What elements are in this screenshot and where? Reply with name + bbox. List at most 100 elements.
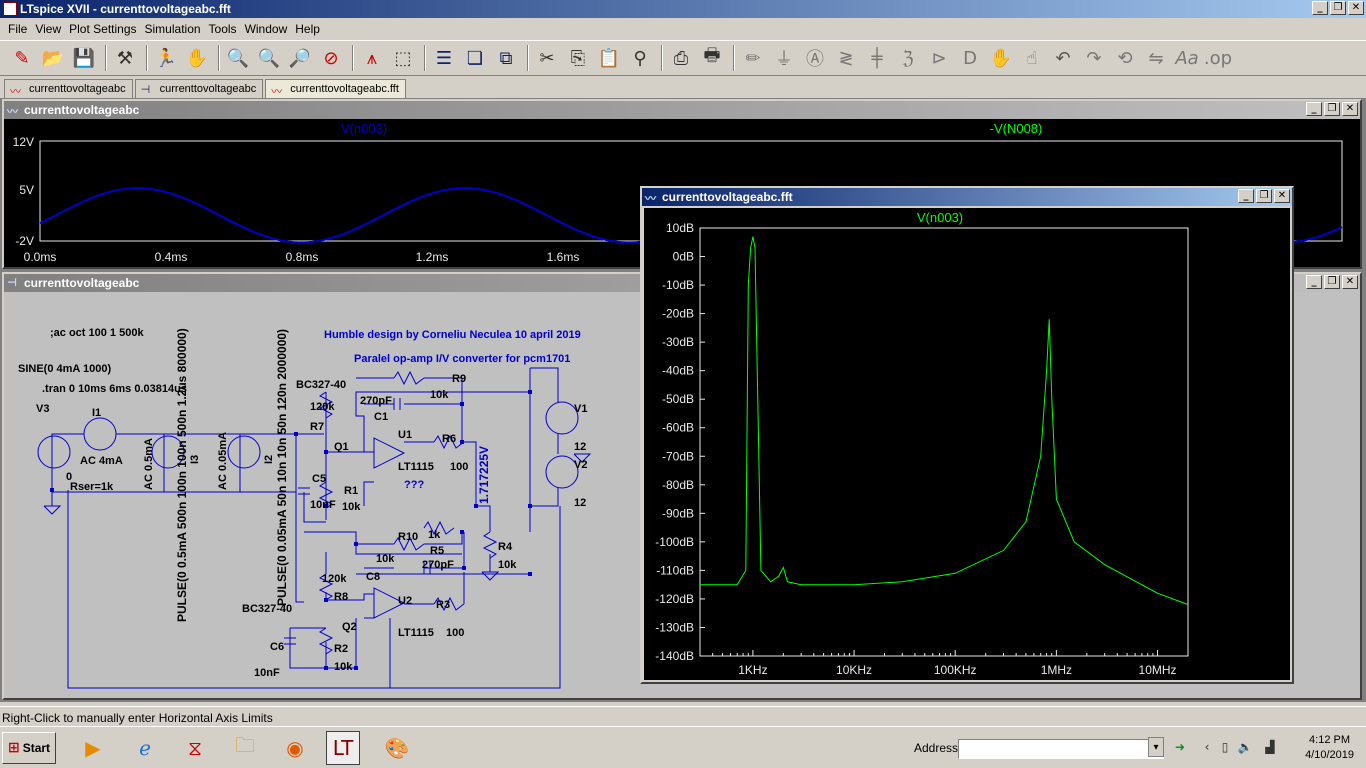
paint-icon[interactable]: 🎨 bbox=[380, 731, 414, 765]
menu-plot-settings[interactable]: Plot Settings bbox=[65, 22, 140, 36]
schematic-text[interactable]: ??? bbox=[404, 479, 424, 491]
ltspice-taskbar-icon[interactable]: LT bbox=[326, 731, 360, 765]
close-button[interactable]: ✕ bbox=[1274, 189, 1290, 203]
component-icon[interactable]: D bbox=[956, 44, 984, 72]
schematic-text[interactable]: R7 bbox=[310, 421, 324, 433]
schematic-text[interactable]: R3 bbox=[436, 599, 450, 611]
schematic-text[interactable]: Rser=1k bbox=[70, 481, 114, 493]
tab-schematic[interactable]: ⊣ currenttovoltageabc bbox=[134, 79, 264, 98]
minimize-button[interactable]: _ bbox=[1238, 189, 1254, 203]
cascade-icon[interactable]: ❏ bbox=[461, 44, 489, 72]
open-icon[interactable]: 📂 bbox=[39, 44, 67, 72]
tab-waveform[interactable]: 〰 currenttovoltageabc bbox=[4, 79, 133, 98]
menu-window[interactable]: Window bbox=[241, 22, 292, 36]
schematic-text[interactable]: Q1 bbox=[334, 441, 349, 453]
schematic-text[interactable]: 12 bbox=[574, 441, 586, 453]
schematic-text[interactable]: AC 0.5mA bbox=[143, 438, 155, 490]
copy-icon[interactable]: ⎘ bbox=[564, 44, 592, 72]
schematic-text[interactable]: R10 bbox=[398, 531, 418, 543]
schematic-text[interactable]: I1 bbox=[92, 407, 101, 419]
diode-icon[interactable]: ⊳ bbox=[925, 44, 953, 72]
tray-arrow-icon[interactable]: ‹ bbox=[1198, 737, 1216, 757]
spice-directive-icon[interactable]: .op bbox=[1204, 44, 1232, 72]
schematic-text[interactable]: R4 bbox=[498, 541, 513, 553]
close-all-icon[interactable]: ⧉ bbox=[492, 44, 520, 72]
schematic-text[interactable]: 10k bbox=[498, 559, 517, 571]
tab-fft[interactable]: 〰 currenttovoltageabc.fft bbox=[265, 79, 406, 98]
minimize-button[interactable]: _ bbox=[1306, 275, 1322, 289]
print-preview-icon[interactable]: ⎙ bbox=[667, 44, 695, 72]
schematic-text[interactable]: 10k bbox=[430, 389, 449, 401]
minimize-button[interactable]: _ bbox=[1306, 102, 1322, 116]
schematic-text[interactable]: 120k bbox=[310, 401, 335, 413]
network-icon[interactable]: ▟ bbox=[1260, 737, 1280, 757]
halt-icon[interactable]: ✋ bbox=[183, 44, 211, 72]
resistor-icon[interactable]: ≷ bbox=[832, 44, 860, 72]
schematic-text[interactable]: 10nF bbox=[310, 499, 336, 511]
schematic-text[interactable]: U1 bbox=[398, 429, 412, 441]
system-clock[interactable]: 4:12 PM 4/10/2019 bbox=[1305, 733, 1354, 763]
tray-device-icon[interactable]: ▯ bbox=[1216, 737, 1234, 757]
zoom-cancel-icon[interactable]: ⊘ bbox=[317, 44, 345, 72]
schematic-text[interactable]: R6 bbox=[442, 433, 456, 445]
new-schematic-icon[interactable]: ✎ bbox=[8, 44, 36, 72]
schematic-text[interactable]: BC327-40 bbox=[242, 603, 292, 615]
schematic-text[interactable]: PULSE(0 0.5mA 500n 100n 100n 500n 1.2us … bbox=[175, 328, 189, 622]
schematic-text[interactable]: 270pF bbox=[422, 559, 454, 571]
internet-explorer-icon[interactable]: ℯ bbox=[128, 731, 162, 765]
address-input[interactable] bbox=[958, 739, 1164, 759]
schematic-text[interactable]: C6 bbox=[270, 641, 284, 653]
start-button[interactable]: ⊞ Start bbox=[2, 732, 56, 764]
schematic-text[interactable]: 270pF bbox=[360, 395, 392, 407]
label-icon[interactable]: Ⓐ bbox=[801, 44, 829, 72]
schematic-text[interactable]: 10k bbox=[342, 501, 361, 513]
menu-file[interactable]: File bbox=[4, 22, 31, 36]
zoom-in-icon[interactable]: 🔍 bbox=[224, 44, 252, 72]
wire-icon[interactable]: ✏ bbox=[739, 44, 767, 72]
save-icon[interactable]: 💾 bbox=[70, 44, 98, 72]
schematic-text[interactable]: .tran 0 10ms 6ms 0.03814us bbox=[42, 383, 187, 395]
schematic-text[interactable]: R9 bbox=[452, 373, 466, 385]
restore-button[interactable]: ❐ bbox=[1256, 189, 1272, 203]
file-explorer-icon[interactable]: 🗀 bbox=[228, 731, 262, 765]
run-icon[interactable]: 🏃 bbox=[152, 44, 180, 72]
autorange-icon[interactable]: ⩚ bbox=[358, 44, 386, 72]
text-icon[interactable]: Aa bbox=[1173, 44, 1201, 72]
plot-settings-icon[interactable]: ⬚ bbox=[389, 44, 417, 72]
schematic-text[interactable]: LT1115 bbox=[398, 627, 434, 639]
minimize-button[interactable]: _ bbox=[1312, 1, 1328, 15]
capacitor-icon[interactable]: ╪ bbox=[863, 44, 891, 72]
schematic-text[interactable]: Q2 bbox=[342, 621, 357, 633]
trace-label-vn008[interactable]: -V(N008) bbox=[990, 121, 1043, 136]
schematic-comment[interactable]: Humble design by Corneliu Neculea 10 apr… bbox=[324, 329, 581, 341]
schematic-text[interactable]: 1k bbox=[428, 529, 441, 541]
menu-tools[interactable]: Tools bbox=[205, 22, 241, 36]
close-button[interactable]: ✕ bbox=[1342, 275, 1358, 289]
tile-icon[interactable]: ☰ bbox=[430, 44, 458, 72]
address-dropdown-icon[interactable]: ▾ bbox=[1148, 737, 1164, 757]
schematic-text[interactable]: 10k bbox=[376, 553, 395, 565]
schematic-text[interactable]: I2 bbox=[263, 455, 275, 464]
trace-label-vn003[interactable]: V(n003) bbox=[917, 210, 963, 225]
schematic-comment[interactable]: Paralel op-amp I/V converter for pcm1701 bbox=[354, 353, 570, 365]
print-icon[interactable]: 🖶 bbox=[698, 44, 726, 72]
schematic-text[interactable]: C1 bbox=[374, 411, 388, 423]
close-button[interactable]: ✕ bbox=[1342, 102, 1358, 116]
schematic-text[interactable]: 10nF bbox=[254, 667, 280, 679]
menu-view[interactable]: View bbox=[31, 22, 65, 36]
control-panel-icon[interactable]: ⚒ bbox=[111, 44, 139, 72]
paste-icon[interactable]: 📋 bbox=[595, 44, 623, 72]
fft-plot-area[interactable]: V(n003) 10dB 0dB -10dB -20dB -30dB -40dB -50dB… bbox=[644, 208, 1290, 680]
firefox-icon[interactable]: ◉ bbox=[278, 731, 312, 765]
schematic-text[interactable]: V3 bbox=[36, 403, 49, 415]
schematic-text[interactable]: 120k bbox=[322, 573, 347, 585]
schematic-text[interactable]: C8 bbox=[366, 571, 380, 583]
schematic-text[interactable]: AC 4mA bbox=[80, 455, 123, 467]
schematic-text[interactable]: I3 bbox=[189, 455, 201, 464]
schematic-text[interactable]: C5 bbox=[312, 473, 326, 485]
schematic-text[interactable]: ;ac oct 100 1 500k bbox=[50, 327, 144, 339]
node-voltage-label[interactable]: 1.717225V bbox=[477, 446, 491, 504]
zoom-fit-icon[interactable]: 🔎 bbox=[286, 44, 314, 72]
schematic-text[interactable]: 100 bbox=[446, 627, 464, 639]
ground-icon[interactable]: ⏚ bbox=[770, 44, 798, 72]
